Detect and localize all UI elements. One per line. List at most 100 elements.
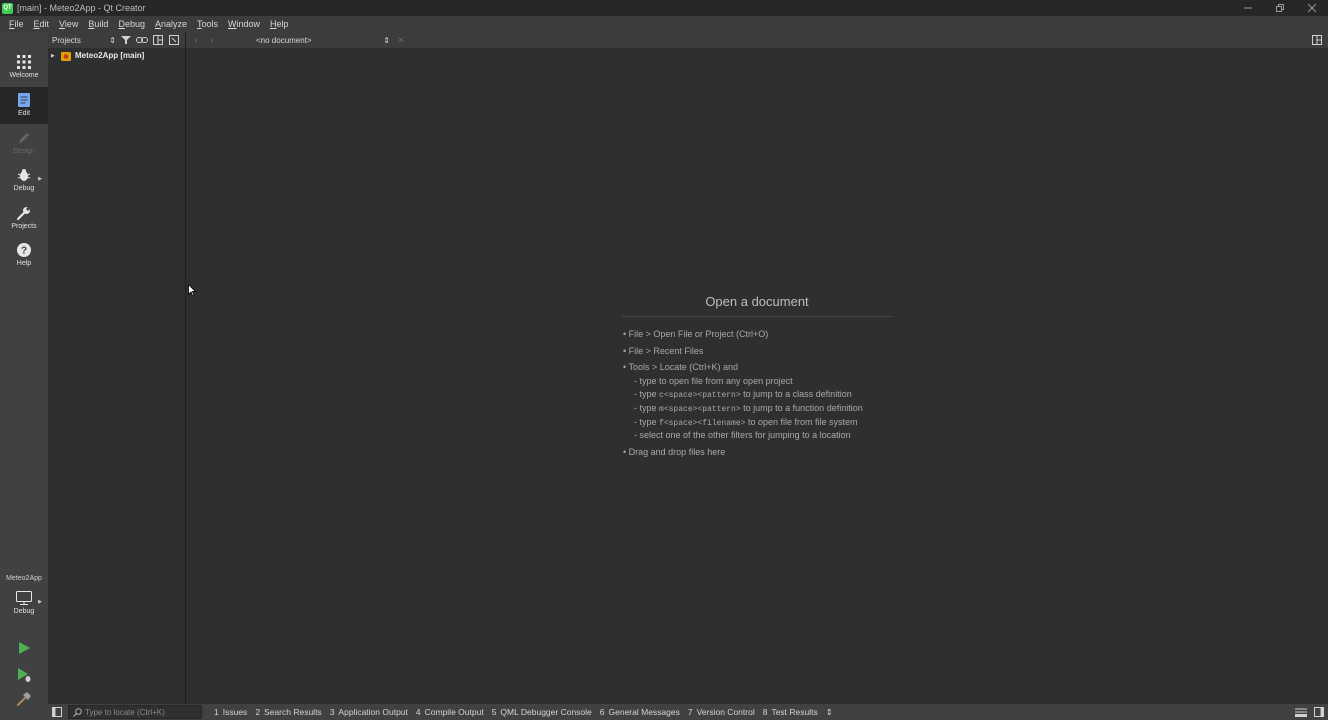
menu-debug[interactable]: Debug	[113, 19, 150, 29]
restore-button[interactable]	[1264, 0, 1296, 16]
close-window-button[interactable]	[1296, 0, 1328, 16]
mouse-cursor-icon	[188, 284, 196, 297]
locator-box	[68, 705, 202, 719]
hint-locate-sub1: - type to open file from any open projec…	[634, 376, 793, 386]
chevron-left-icon: ‹	[194, 35, 198, 45]
grid-icon	[17, 55, 31, 69]
debug-run-icon	[18, 668, 31, 682]
mode-debug[interactable]: Debug ▶	[0, 162, 48, 199]
toggle-sidebar-button[interactable]	[48, 704, 66, 720]
mode-help[interactable]: ? Help	[0, 237, 48, 274]
build-config-label: Debug	[13, 608, 35, 615]
mode-label: Design	[13, 148, 35, 155]
hint-locate: • Tools > Locate (Ctrl+K) and	[623, 362, 739, 372]
output-tab-general-messages[interactable]: 6 General Messages	[596, 707, 684, 717]
run-button[interactable]	[0, 637, 48, 659]
mode-selector: Welcome Edit Design Debug ▶ Projects ? H…	[0, 32, 48, 720]
mode-projects[interactable]: Projects	[0, 200, 48, 237]
monitor-icon	[16, 591, 32, 605]
menu-analyze[interactable]: Analyze	[150, 19, 192, 29]
minimize-button[interactable]	[1232, 0, 1264, 16]
split-pane-button[interactable]	[150, 32, 166, 48]
tree-item-project[interactable]: ▶ Meteo2App [main]	[48, 49, 144, 62]
editor-area[interactable]: Open a document • File > Open File or Pr…	[186, 48, 1328, 704]
window-controls	[1232, 0, 1328, 16]
editor-toolbar: ‹ › <no document> ⇕ ✕	[186, 32, 1328, 48]
hint-locate-sub5: - select one of the other filters for ju…	[634, 430, 851, 440]
wrench-icon	[17, 207, 30, 220]
divider	[622, 316, 892, 317]
menu-file[interactable]: File	[4, 19, 29, 29]
menu-help[interactable]: Help	[265, 19, 294, 29]
mode-welcome[interactable]: Welcome	[0, 49, 48, 86]
output-tab-application-output[interactable]: 3 Application Output	[326, 707, 412, 717]
menu-window[interactable]: Window	[223, 19, 265, 29]
projects-view-label: Projects	[52, 35, 81, 45]
kit-selector[interactable]: Debug ▶	[0, 585, 48, 622]
sync-link-button[interactable]	[134, 32, 150, 48]
mode-edit[interactable]: Edit	[0, 87, 48, 124]
qt-creator-logo-icon: QT	[2, 2, 13, 14]
window-title: [main] - Meteo2App - Qt Creator	[17, 3, 146, 13]
split-editor-button[interactable]	[1310, 32, 1324, 48]
mode-design[interactable]: Design	[0, 125, 48, 162]
toggle-right-sidebar-button[interactable]	[1310, 704, 1328, 720]
progress-details-button[interactable]	[1292, 704, 1310, 720]
go-back-button[interactable]: ‹	[188, 32, 204, 48]
split-icon	[1312, 35, 1322, 45]
menu-build[interactable]: Build	[83, 19, 113, 29]
hint-locate-file: - type f<space><filename> to open file f…	[634, 417, 858, 428]
output-tab-search-results[interactable]: 2 Search Results	[251, 707, 325, 717]
close-document-button[interactable]: ✕	[394, 32, 408, 48]
output-tab-test-results[interactable]: 8 Test Results	[759, 707, 822, 717]
menu-view[interactable]: View	[54, 19, 83, 29]
filter-button[interactable]	[118, 32, 134, 48]
mode-label: Help	[16, 260, 32, 267]
more-tabs-button[interactable]: ⇕	[822, 707, 837, 718]
close-icon: ✕	[397, 34, 405, 45]
go-forward-button[interactable]: ›	[204, 32, 220, 48]
right-sidebar-toggle-icon	[1314, 707, 1324, 717]
expand-arrow-icon: ▶	[38, 599, 42, 605]
title-bar: QT [main] - Meteo2App - Qt Creator	[0, 0, 1328, 16]
progress-icon	[1295, 708, 1307, 717]
output-tab-qml-debugger-console[interactable]: 5 QML Debugger Console	[488, 707, 596, 717]
output-tab-compile-output[interactable]: 4 Compile Output	[412, 707, 488, 717]
help-icon: ?	[17, 243, 31, 257]
document-label: <no document>	[256, 35, 312, 45]
menu-edit[interactable]: Edit	[29, 19, 55, 29]
search-icon	[73, 707, 82, 717]
restore-icon	[1276, 4, 1284, 12]
output-tab-issues[interactable]: 1 Issues	[210, 707, 251, 717]
hammer-icon	[17, 692, 31, 706]
expand-arrow-icon: ▶	[38, 176, 42, 182]
close-pane-icon	[169, 35, 179, 45]
hint-locate-class: - type c<space><pattern> to jump to a cl…	[634, 389, 852, 400]
close-pane-button[interactable]	[166, 32, 182, 48]
open-document-title: Open a document	[705, 294, 809, 309]
chevron-right-icon: ›	[210, 35, 214, 45]
mode-label: Edit	[17, 110, 31, 117]
hint-drag-drop: • Drag and drop files here	[623, 447, 726, 457]
expand-arrow-icon[interactable]: ▶	[51, 53, 61, 59]
debug-run-button[interactable]	[0, 664, 48, 686]
bug-icon	[17, 169, 31, 181]
split-icon	[153, 35, 163, 45]
output-tab-version-control[interactable]: 7 Version Control	[684, 707, 759, 717]
status-bar: 1Issues 2Search Results 3Application Out…	[48, 704, 1328, 720]
build-button[interactable]	[0, 688, 48, 710]
minimize-icon	[1244, 7, 1252, 9]
updown-arrows-icon: ⇕	[109, 35, 116, 45]
projects-toolbar: Projects ⇕	[48, 32, 185, 48]
close-icon	[1307, 3, 1317, 13]
hint-open-file: • File > Open File or Project (Ctrl+O)	[623, 329, 769, 339]
kit-project-name: Meteo2App	[6, 575, 42, 582]
run-icon	[19, 642, 30, 654]
link-icon	[136, 37, 148, 43]
open-documents-select[interactable]: <no document> ⇕	[252, 33, 392, 47]
updown-arrows-icon: ⇕	[383, 35, 390, 45]
projects-view-select[interactable]: Projects ⇕	[50, 34, 118, 47]
projects-tree: ▶ Meteo2App [main]	[48, 48, 185, 704]
menu-tools[interactable]: Tools	[192, 19, 223, 29]
locator-input[interactable]	[85, 707, 195, 717]
